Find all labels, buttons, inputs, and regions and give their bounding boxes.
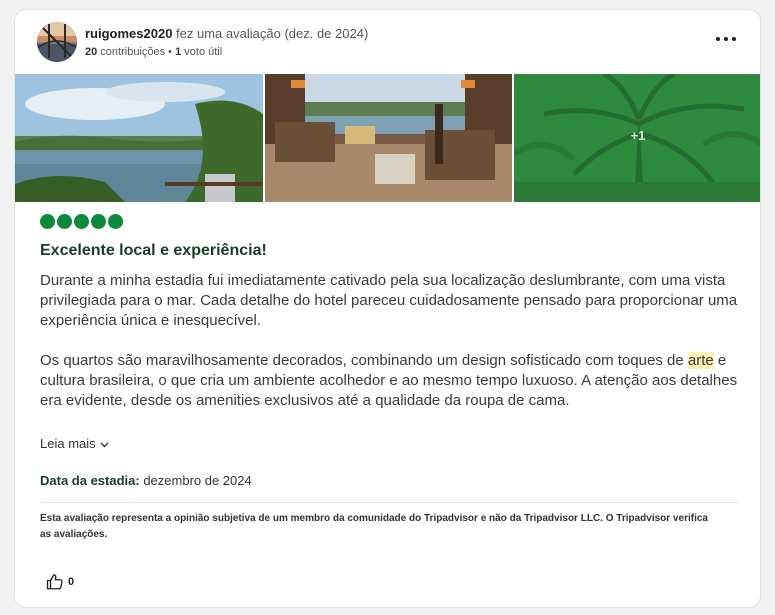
rating-bubble-icon xyxy=(108,214,123,229)
review-paragraph-2: Os quartos são maravilhosamente decorado… xyxy=(40,351,745,411)
stay-date-value: dezembro de 2024 xyxy=(139,473,252,488)
rating-bubble-icon xyxy=(74,214,89,229)
rating-bubble-icon xyxy=(40,214,55,229)
read-more-label: Leia mais xyxy=(40,436,96,451)
thumbs-up-icon xyxy=(46,574,63,590)
review-body: Durante a minha estadia fui imediatament… xyxy=(40,271,745,411)
reviewer-username[interactable]: ruigomes2020 xyxy=(85,26,172,41)
contributions-count: 20 xyxy=(85,46,98,58)
review-paragraph-2-start: Os quartos são maravilhosamente decorado… xyxy=(40,352,688,369)
review-paragraph-1: Durante a minha estadia fui imediatament… xyxy=(40,272,738,329)
avatar[interactable] xyxy=(37,22,77,62)
stay-date-label: Data da estadia: xyxy=(40,473,140,488)
review-photo-3[interactable]: +1 xyxy=(514,74,760,202)
review-photos: +1 xyxy=(15,74,760,202)
read-more-button[interactable]: Leia mais xyxy=(40,436,109,451)
more-options-icon[interactable] xyxy=(716,34,736,44)
rating-bubble-icon xyxy=(91,214,106,229)
review-action: fez uma avaliação (dez. de 2024) xyxy=(172,26,369,41)
stay-date: Data da estadia: dezembro de 2024 xyxy=(40,473,252,488)
like-count: 0 xyxy=(68,576,75,588)
review-card: ruigomes2020 fez uma avaliação (dez. de … xyxy=(14,9,761,608)
rating-bubbles xyxy=(40,214,125,231)
chevron-down-icon xyxy=(100,440,109,451)
highlighted-keyword: arte xyxy=(687,352,714,369)
reviewer-stats: 20 contribuições • 1 voto útil xyxy=(85,46,368,58)
review-disclaimer: Esta avaliação representa a opinião subj… xyxy=(40,513,708,540)
divider xyxy=(40,502,738,503)
review-byline: ruigomes2020 fez uma avaliação (dez. de … xyxy=(85,26,368,41)
review-header: ruigomes2020 fez uma avaliação (dez. de … xyxy=(37,22,738,64)
like-button[interactable]: 0 xyxy=(46,573,74,591)
helpful-label: voto útil xyxy=(181,46,223,58)
more-photos-label: +1 xyxy=(630,128,646,143)
rating-bubble-icon xyxy=(57,214,72,229)
review-photo-1[interactable] xyxy=(15,74,263,202)
review-title[interactable]: Excelente local e experiência! xyxy=(40,242,267,260)
contributions-label: contribuições • xyxy=(97,46,176,58)
reviewer-meta: ruigomes2020 fez uma avaliação (dez. de … xyxy=(85,26,368,58)
review-photo-2[interactable] xyxy=(265,74,512,202)
